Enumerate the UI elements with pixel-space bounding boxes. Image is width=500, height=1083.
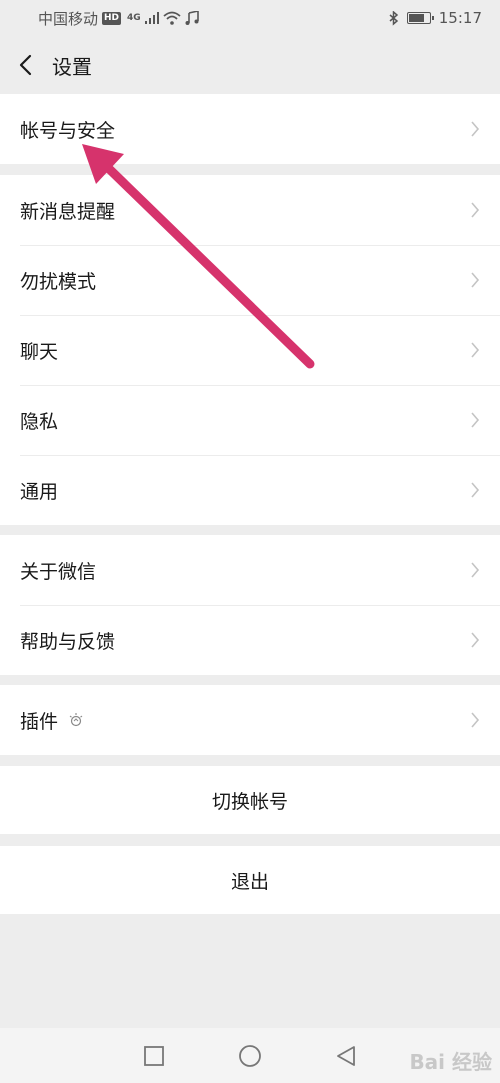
settings-group-plugins: 插件 [0,685,500,755]
carrier-name: 中国移动 [38,9,99,28]
hd-badge: HD [102,11,122,25]
settings-item-about-wechat[interactable]: 关于微信 [0,535,500,605]
settings-item-label: 关于微信 [20,560,97,583]
settings-item-plugins[interactable]: 插件 [0,685,500,755]
clock-time: 15:17 [438,9,482,27]
logout-label: 退出 [230,870,269,893]
settings-item-label: 帮助与反馈 [20,630,116,653]
network-type: 4G [127,13,141,23]
chevron-right-icon [471,121,480,137]
settings-item-label: 插件 [20,710,59,733]
chevron-right-icon [471,482,480,498]
chevron-right-icon [471,202,480,218]
settings-group-account: 帐号与安全 [0,94,500,164]
settings-item-general[interactable]: 通用 [0,455,500,525]
signal-icon [144,12,159,24]
switch-account-button[interactable]: 切换帐号 [0,766,500,834]
chevron-right-icon [471,272,480,288]
music-note-icon [185,11,199,25]
settings-item-chat[interactable]: 聊天 [0,315,500,385]
settings-group-about: 关于微信 帮助与反馈 [0,535,500,675]
wifi-icon [163,11,181,25]
recent-apps-icon[interactable] [142,1044,166,1068]
logout-button[interactable]: 退出 [0,846,500,914]
settings-item-account-security[interactable]: 帐号与安全 [0,94,500,164]
settings-item-label: 聊天 [20,340,59,363]
settings-item-notifications[interactable]: 新消息提醒 [0,175,500,245]
settings-item-label: 勿扰模式 [20,270,97,293]
bluetooth-icon [389,10,398,26]
settings-item-privacy[interactable]: 隐私 [0,385,500,455]
chevron-right-icon [471,632,480,648]
settings-item-label-wrap: 插件 [20,707,470,734]
chevron-left-icon [19,54,32,76]
home-icon[interactable] [238,1044,262,1068]
settings-item-do-not-disturb[interactable]: 勿扰模式 [0,245,500,315]
battery-icon [406,12,434,24]
settings-item-help-feedback[interactable]: 帮助与反馈 [0,605,500,675]
chevron-right-icon [471,562,480,578]
status-bar-left: 中国移动 HD 4G [38,8,199,29]
back-triangle-icon[interactable] [334,1044,358,1068]
plugin-bulb-icon [69,713,83,727]
page-title: 设置 [52,54,92,79]
chevron-right-icon [471,712,480,728]
settings-item-label: 隐私 [20,410,59,433]
switch-account-label: 切换帐号 [211,790,288,813]
nav-bar: 设置 [0,36,500,94]
settings-group-general: 新消息提醒 勿扰模式 聊天 隐私 通用 [0,175,500,525]
chevron-right-icon [471,412,480,428]
watermark: Bai 经验 [409,1050,492,1074]
chevron-right-icon [471,342,480,358]
status-bar: 中国移动 HD 4G 15:17 [0,0,500,36]
settings-item-label: 帐号与安全 [20,119,116,142]
settings-item-label: 通用 [20,480,59,503]
status-bar-right: 15:17 [389,9,482,27]
settings-item-label: 新消息提醒 [20,200,116,223]
back-button[interactable] [0,36,50,94]
